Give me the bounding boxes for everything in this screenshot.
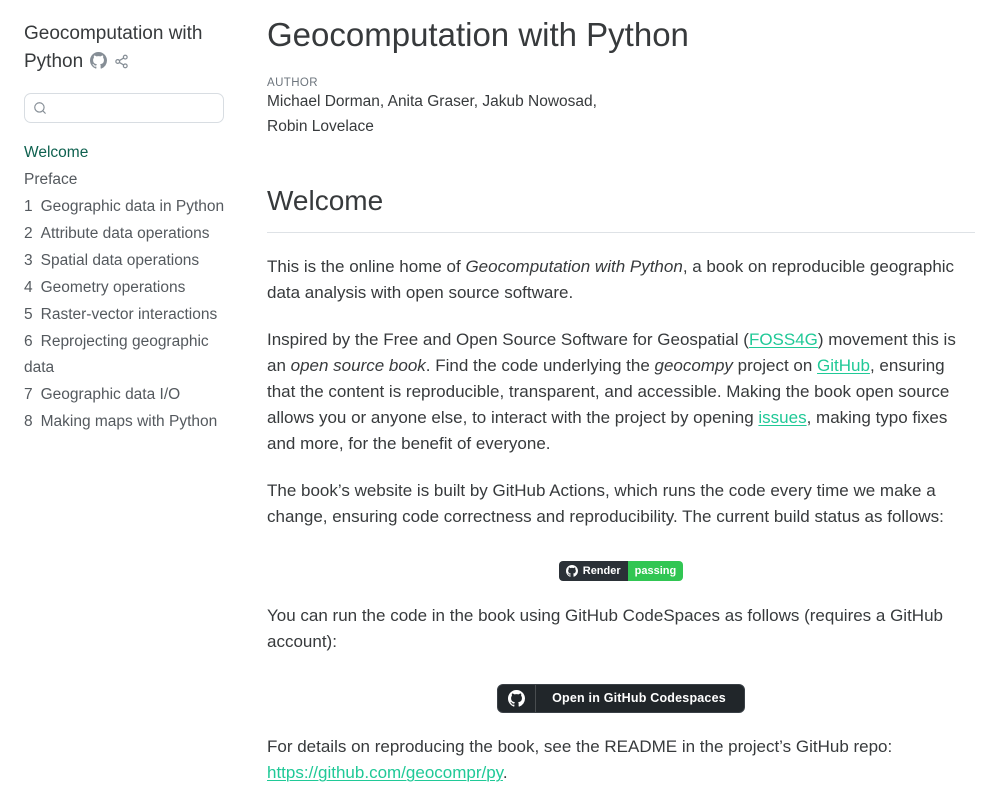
text-segment: You can run the code in the book using G… xyxy=(267,606,943,651)
paragraph: For details on reproducing the book, see… xyxy=(267,734,975,786)
sidebar-item-reprojecting-geographic-data[interactable]: 6Reprojecting geographic data xyxy=(24,329,236,381)
inline-link[interactable]: issues xyxy=(758,408,806,427)
chapter-number: 7 xyxy=(24,386,33,403)
github-icon[interactable] xyxy=(90,53,107,74)
text-segment: The book’s website is built by GitHub Ac… xyxy=(267,481,944,526)
sidebar-item-label: Geometry operations xyxy=(41,279,186,296)
sidebar-item-geographic-data-in-python[interactable]: 1 Geographic data in Python xyxy=(24,194,236,220)
sidebar-item-making-maps-with-python[interactable]: 8 Making maps with Python xyxy=(24,409,236,435)
sidebar-item-label: Welcome xyxy=(24,144,88,161)
codespaces-button-label: Open in GitHub Codespaces xyxy=(536,691,744,705)
chapter-number: 1 xyxy=(24,198,33,215)
chapter-number: 3 xyxy=(24,252,33,269)
sidebar-item-spatial-data-operations[interactable]: 3 Spatial data operations xyxy=(24,248,236,274)
sidebar-item-label: Geographic data in Python xyxy=(41,198,225,215)
text-segment: open source book xyxy=(291,356,426,375)
sidebar-item-geometry-operations[interactable]: 4 Geometry operations xyxy=(24,275,236,301)
build-status-badge[interactable]: Render passing xyxy=(559,561,683,581)
section-heading-welcome: Welcome xyxy=(267,185,975,233)
inline-link[interactable]: FOSS4G xyxy=(749,330,818,349)
sidebar-nav: Welcome Preface 1 Geographic data in Python… xyxy=(24,140,236,435)
sidebar-item-label: Raster-vector interactions xyxy=(41,306,218,323)
sidebar-item-label: Making maps with Python xyxy=(41,413,218,430)
text-segment: For details on reproducing the book, see… xyxy=(267,737,892,756)
author-names: Robin Lovelace xyxy=(267,115,975,139)
search-box[interactable] xyxy=(24,93,224,123)
text-segment: Inspired by the Free and Open Source Sof… xyxy=(267,330,749,349)
search-icon xyxy=(33,101,47,115)
text-segment: geocompy xyxy=(655,356,733,375)
sidebar-item-raster-vector-interactions[interactable]: 5 Raster-vector interactions xyxy=(24,302,236,328)
text-segment: This is the online home of xyxy=(267,257,465,276)
sidebar-item-label: Reprojecting geographic data xyxy=(24,333,209,376)
chapter-number: 8 xyxy=(24,413,33,430)
sidebar-item-label: Attribute data operations xyxy=(41,225,210,242)
chapter-number: 6 xyxy=(24,333,33,350)
chapter-number: 2 xyxy=(24,225,33,242)
sidebar-title-block: Geocomputation with Python xyxy=(24,20,234,78)
sidebar-item-welcome[interactable]: Welcome xyxy=(24,140,236,166)
chapter-number: 5 xyxy=(24,306,33,323)
page-title: Geocomputation with Python xyxy=(267,16,975,54)
search-input[interactable] xyxy=(53,99,215,117)
text-segment: Geocomputation with Python xyxy=(465,257,682,276)
sidebar-item-geographic-data-i-o[interactable]: 7 Geographic data I/O xyxy=(24,382,236,408)
chapter-number: 4 xyxy=(24,279,33,296)
github-icon xyxy=(566,565,578,577)
badge-status-label: passing xyxy=(628,561,684,581)
paragraph: Inspired by the Free and Open Source Sof… xyxy=(267,327,975,457)
text-segment: project on xyxy=(733,356,817,375)
share-icon[interactable] xyxy=(114,53,129,74)
open-codespaces-button[interactable]: Open in GitHub Codespaces xyxy=(497,684,745,713)
sidebar-item-label: Geographic data I/O xyxy=(41,386,181,403)
author-names: Michael Dorman, Anita Graser, Jakub Nowo… xyxy=(267,90,975,114)
badge-left-label: Render xyxy=(583,561,621,581)
main-content: Geocomputation with Python AUTHOR Michae… xyxy=(267,0,975,786)
codespaces-button-row: Open in GitHub Codespaces xyxy=(267,684,975,713)
text-segment: . Find the code underlying the xyxy=(426,356,655,375)
inline-link[interactable]: GitHub xyxy=(817,356,870,375)
sidebar-item-label: Preface xyxy=(24,171,77,188)
build-badge-row: Render passing xyxy=(267,561,975,582)
inline-link[interactable]: https://github.com/geocompr/py xyxy=(267,763,503,782)
sidebar: Geocomputation with Python Welcome Prefac… xyxy=(0,0,252,436)
github-icon xyxy=(508,690,525,707)
author-label: AUTHOR xyxy=(267,77,975,89)
paragraph: The book’s website is built by GitHub Ac… xyxy=(267,478,975,530)
sidebar-item-preface[interactable]: Preface xyxy=(24,167,236,193)
text-segment: . xyxy=(503,763,508,782)
paragraph: You can run the code in the book using G… xyxy=(267,603,975,655)
sidebar-item-attribute-data-operations[interactable]: 2 Attribute data operations xyxy=(24,221,236,247)
sidebar-item-label: Spatial data operations xyxy=(41,252,200,269)
paragraph: This is the online home of Geocomputatio… xyxy=(267,254,975,306)
